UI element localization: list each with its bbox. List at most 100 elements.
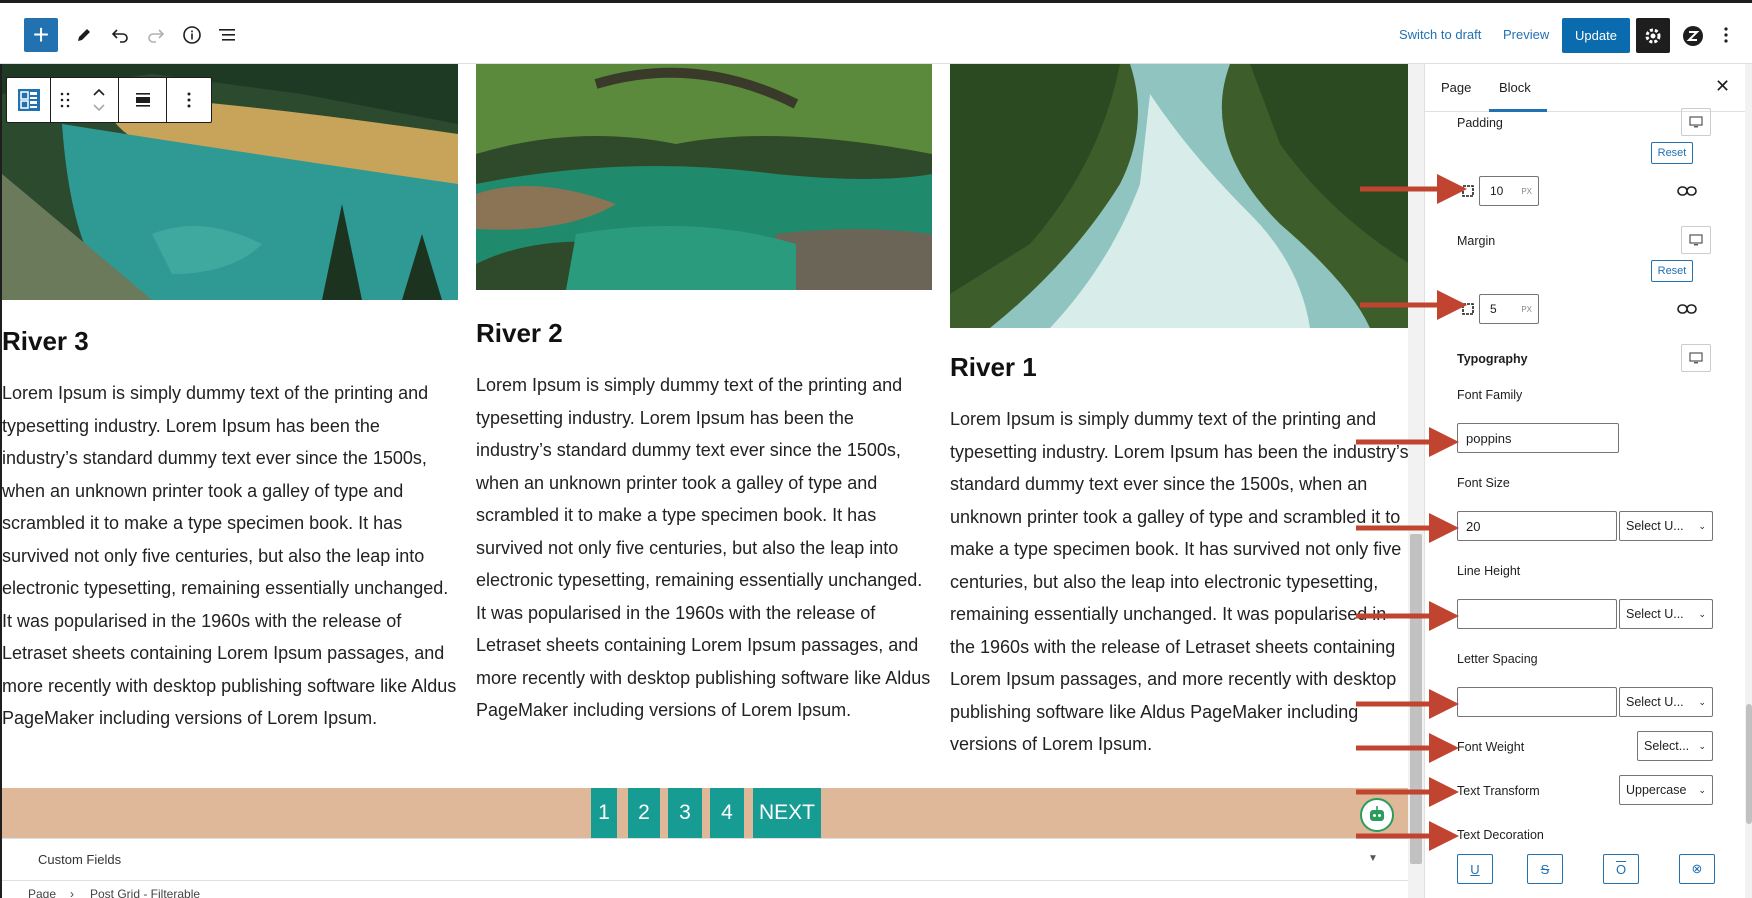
block-options-icon[interactable] bbox=[167, 78, 211, 122]
post-excerpt: Lorem Ipsum is simply dummy text of the … bbox=[2, 383, 457, 728]
post-image-river-2 bbox=[476, 64, 932, 290]
post-excerpt: Lorem Ipsum is simply dummy text of the … bbox=[950, 409, 1408, 754]
undo-icon[interactable] bbox=[108, 23, 132, 47]
sidebar-tabs: Page Block ✕ bbox=[1425, 64, 1752, 112]
line-height-label: Line Height bbox=[1457, 564, 1521, 578]
editor-canvas: River 3 Lorem Ipsum is simply dummy text… bbox=[0, 64, 1408, 898]
breadcrumb-block[interactable]: Post Grid - Filterable bbox=[90, 887, 200, 898]
breadcrumb-page[interactable]: Page bbox=[28, 887, 56, 898]
pagination-bar: 1 2 3 4 NEXT bbox=[2, 788, 1408, 838]
font-size-label: Font Size bbox=[1457, 476, 1510, 490]
text-transform-select[interactable]: Uppercase ⌄ bbox=[1619, 775, 1713, 805]
line-height-unit-value: Select U... bbox=[1626, 607, 1684, 621]
padding-input[interactable]: 10 PX bbox=[1479, 176, 1539, 206]
font-size-input[interactable]: 20 bbox=[1457, 511, 1617, 541]
settings-sidebar: Page Block ✕ Padding Reset 10 PX Margin … bbox=[1424, 64, 1752, 898]
desktop-device-icon[interactable] bbox=[1681, 344, 1711, 372]
chevron-down-icon: ⌄ bbox=[1698, 608, 1706, 619]
page-1-button[interactable]: 1 bbox=[591, 788, 617, 838]
post-title[interactable]: River 2 bbox=[476, 318, 932, 349]
font-weight-value: Select... bbox=[1644, 739, 1690, 753]
tab-page[interactable]: Page bbox=[1441, 80, 1471, 95]
desktop-device-icon[interactable] bbox=[1681, 226, 1711, 254]
block-toolbar bbox=[6, 77, 212, 123]
letter-spacing-label: Letter Spacing bbox=[1457, 652, 1538, 666]
active-tab-indicator bbox=[1489, 109, 1547, 112]
scrollbar-thumb[interactable] bbox=[1410, 534, 1422, 864]
font-weight-select[interactable]: Select... ⌄ bbox=[1637, 731, 1713, 761]
typography-heading: Typography bbox=[1457, 352, 1528, 366]
sidebar-scrollbar[interactable] bbox=[1745, 64, 1752, 898]
padding-label: Padding bbox=[1457, 116, 1503, 130]
font-family-label: Font Family bbox=[1457, 388, 1523, 402]
margin-input[interactable]: 5 PX bbox=[1479, 294, 1539, 324]
update-button[interactable]: Update bbox=[1562, 18, 1630, 53]
letter-spacing-unit-select[interactable]: Select U... ⌄ bbox=[1619, 687, 1713, 717]
text-transform-label: Text Transform bbox=[1457, 784, 1540, 798]
custom-fields-panel[interactable]: Custom Fields ▼ bbox=[2, 838, 1408, 880]
overline-icon[interactable]: O bbox=[1603, 854, 1639, 884]
post-title[interactable]: River 3 bbox=[2, 326, 458, 357]
block-breadcrumb: Page › Post Grid - Filterable bbox=[2, 880, 1408, 898]
page-4-button[interactable]: 4 bbox=[710, 788, 744, 838]
more-options-icon[interactable] bbox=[1716, 23, 1736, 47]
chevron-down-icon: ⌄ bbox=[1698, 740, 1706, 751]
chevron-down-icon: ⌄ bbox=[1698, 520, 1706, 531]
switch-to-draft-button[interactable]: Switch to draft bbox=[1399, 27, 1481, 42]
link-sides-icon[interactable] bbox=[1677, 184, 1697, 203]
tab-block[interactable]: Block bbox=[1499, 80, 1531, 95]
padding-value: 10 bbox=[1490, 184, 1504, 198]
page-3-button[interactable]: 3 bbox=[668, 788, 702, 838]
line-height-input[interactable] bbox=[1457, 599, 1617, 629]
list-view-icon[interactable] bbox=[216, 23, 240, 47]
info-icon[interactable] bbox=[180, 23, 204, 47]
padding-unit: PX bbox=[1521, 186, 1532, 196]
post-title[interactable]: River 1 bbox=[950, 352, 1408, 383]
settings-gear-icon[interactable] bbox=[1636, 18, 1670, 53]
letter-spacing-unit-value: Select U... bbox=[1626, 695, 1684, 709]
chevron-down-icon: ⌄ bbox=[1698, 696, 1706, 707]
letter-spacing-input[interactable] bbox=[1457, 687, 1617, 717]
font-family-input[interactable]: poppins bbox=[1457, 423, 1619, 453]
page-2-button[interactable]: 2 bbox=[628, 788, 660, 838]
editor-top-toolbar: + Switch to draft Preview Update bbox=[0, 0, 1752, 64]
drag-handle-icon[interactable] bbox=[51, 78, 79, 122]
font-size-unit-value: Select U... bbox=[1626, 519, 1684, 533]
text-transform-value: Uppercase bbox=[1626, 783, 1687, 797]
post-excerpt: Lorem Ipsum is simply dummy text of the … bbox=[476, 375, 931, 720]
block-type-icon[interactable] bbox=[7, 78, 51, 122]
font-weight-label: Font Weight bbox=[1457, 740, 1525, 754]
collapse-arrow-icon[interactable]: ▼ bbox=[1368, 853, 1378, 864]
edit-pencil-icon[interactable] bbox=[72, 23, 96, 47]
close-sidebar-icon[interactable]: ✕ bbox=[1715, 76, 1730, 97]
margin-value: 5 bbox=[1490, 302, 1497, 316]
sidebar-scrollbar-thumb[interactable] bbox=[1746, 704, 1752, 824]
strikethrough-icon[interactable]: S bbox=[1527, 854, 1563, 884]
breadcrumb-separator: › bbox=[70, 887, 74, 898]
margin-reset-button[interactable]: Reset bbox=[1651, 260, 1693, 282]
padding-box-icon[interactable] bbox=[1461, 184, 1475, 203]
next-page-button[interactable]: NEXT bbox=[753, 788, 821, 838]
margin-unit: PX bbox=[1521, 304, 1532, 314]
link-sides-icon[interactable] bbox=[1677, 302, 1697, 321]
text-decoration-label: Text Decoration bbox=[1457, 828, 1544, 842]
add-block-button[interactable]: + bbox=[24, 18, 58, 52]
custom-fields-title: Custom Fields bbox=[38, 852, 122, 867]
no-decoration-icon[interactable]: ⊗ bbox=[1679, 854, 1715, 884]
line-height-unit-select[interactable]: Select U... ⌄ bbox=[1619, 599, 1713, 629]
post-card-river-2: River 2 Lorem Ipsum is simply dummy text… bbox=[476, 318, 932, 727]
margin-box-icon[interactable] bbox=[1461, 302, 1475, 321]
padding-reset-button[interactable]: Reset bbox=[1651, 142, 1693, 164]
move-up-down-icon[interactable] bbox=[79, 78, 119, 122]
font-size-unit-select[interactable]: Select U... ⌄ bbox=[1619, 511, 1713, 541]
post-image-river-1 bbox=[950, 64, 1408, 328]
align-icon[interactable] bbox=[119, 78, 167, 122]
underline-icon[interactable]: U bbox=[1457, 854, 1493, 884]
margin-label: Margin bbox=[1457, 234, 1496, 248]
plugin-logo-icon[interactable] bbox=[1680, 23, 1706, 49]
desktop-device-icon[interactable] bbox=[1681, 108, 1711, 136]
preview-button[interactable]: Preview bbox=[1503, 27, 1549, 42]
redo-icon[interactable] bbox=[144, 23, 168, 47]
canvas-scrollbar[interactable] bbox=[1408, 64, 1424, 898]
chat-bot-icon[interactable] bbox=[1360, 798, 1394, 832]
